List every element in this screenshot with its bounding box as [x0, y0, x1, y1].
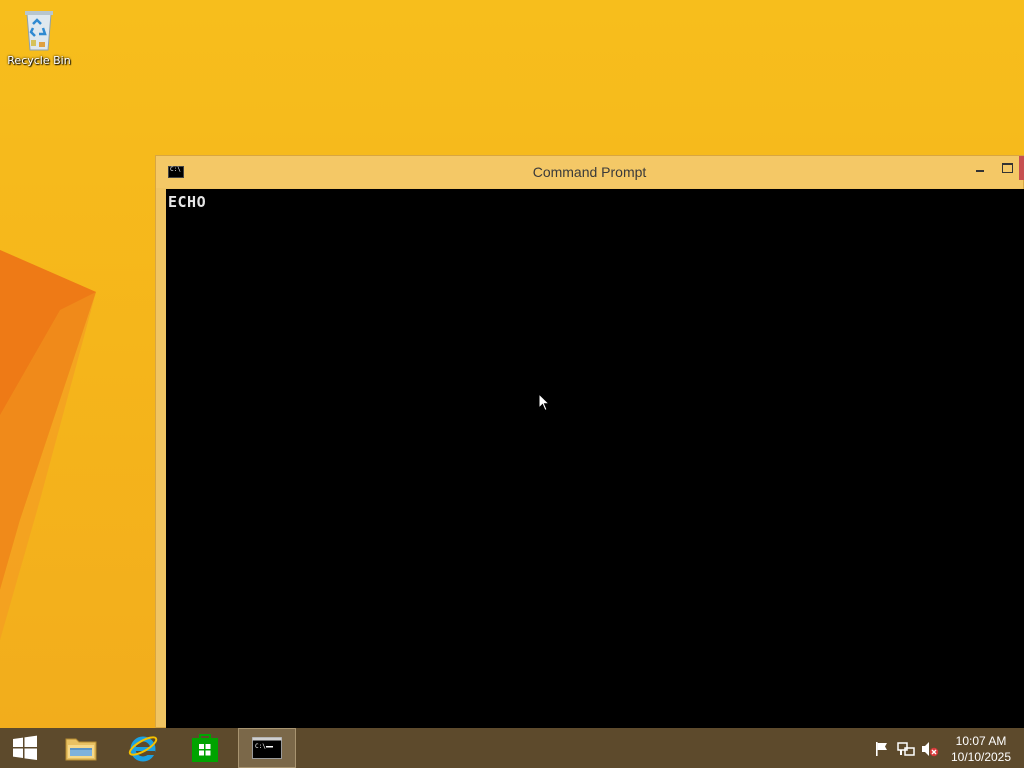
- network-icon[interactable]: [897, 740, 915, 758]
- close-button[interactable]: [1019, 156, 1024, 180]
- minimize-icon: [976, 170, 984, 172]
- desktop-icon-label: Recycle Bin: [7, 54, 71, 67]
- desktop: Recycle Bin C:\ Command Prompt ECHO: [0, 0, 1024, 728]
- recycle-bin-icon: [25, 11, 53, 51]
- clock-time: 10:07 AM: [955, 734, 1007, 748]
- svg-text:C:\: C:\: [255, 743, 266, 750]
- taskbar: C:\ 10:07 AM 10/10/2025: [0, 728, 1024, 768]
- mouse-cursor-icon: [538, 393, 551, 412]
- folder-icon: [65, 738, 97, 761]
- taskbar-internet-explorer[interactable]: [114, 728, 172, 768]
- wallpaper-shape: [0, 250, 96, 640]
- taskbar-store[interactable]: [176, 728, 234, 768]
- cmd-icon: C:\: [252, 737, 282, 759]
- maximize-button[interactable]: [994, 156, 1020, 180]
- windows-logo-icon: [13, 735, 37, 760]
- system-clock[interactable]: 10:07 AM 10/10/2025: [944, 733, 1018, 765]
- window-title: Command Prompt: [532, 164, 647, 180]
- desktop-icon-recycle-bin[interactable]: Recycle Bin: [4, 4, 74, 76]
- internet-explorer-icon: [128, 736, 158, 762]
- store-icon: [192, 734, 218, 762]
- volume-muted-icon[interactable]: [921, 740, 939, 758]
- console-output: ECHO: [168, 193, 207, 211]
- minimize-button[interactable]: [967, 156, 993, 180]
- clock-date: 10/10/2025: [950, 750, 1012, 764]
- command-prompt-window[interactable]: C:\ Command Prompt ECHO: [155, 155, 1024, 728]
- flag-icon[interactable]: [873, 740, 891, 758]
- console-area[interactable]: ECHO: [166, 189, 1024, 728]
- window-titlebar[interactable]: C:\ Command Prompt: [156, 156, 1024, 188]
- taskbar-file-explorer[interactable]: [52, 728, 110, 768]
- start-button[interactable]: [0, 728, 50, 768]
- taskbar-command-prompt[interactable]: C:\: [238, 728, 296, 768]
- maximize-icon: [1002, 163, 1013, 173]
